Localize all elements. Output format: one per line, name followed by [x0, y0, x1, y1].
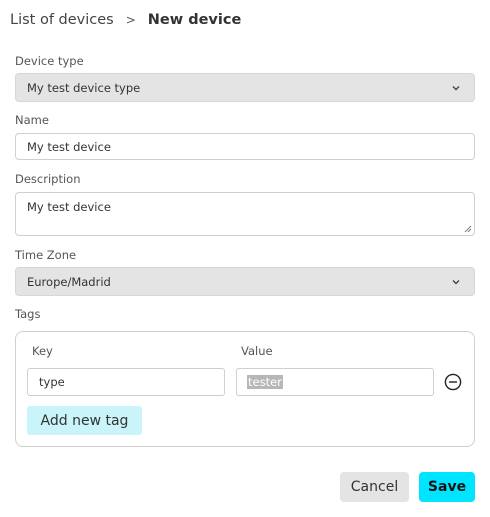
- save-button[interactable]: Save: [419, 472, 475, 502]
- minus-circle-icon[interactable]: [444, 373, 462, 391]
- device-type-select[interactable]: My test device type: [15, 73, 475, 102]
- new-device-page: List of devices > New device Device type…: [0, 0, 490, 517]
- tags-panel: Key Value type tester Add new tag: [15, 331, 475, 447]
- cancel-button[interactable]: Cancel: [340, 472, 409, 502]
- breadcrumb-link-list-of-devices[interactable]: List of devices: [10, 12, 114, 28]
- tag-value-input[interactable]: tester: [236, 368, 434, 396]
- breadcrumb: List of devices > New device: [10, 10, 241, 30]
- chevron-down-icon: [452, 279, 460, 284]
- time-zone-value: Europe/Madrid: [27, 274, 111, 289]
- tag-key-input[interactable]: type: [27, 368, 225, 396]
- chevron-down-icon: [452, 85, 460, 90]
- device-type-value: My test device type: [27, 80, 141, 95]
- tag-value-value: tester: [247, 375, 283, 389]
- resize-grip-icon[interactable]: [463, 224, 472, 233]
- tag-value-header: Value: [241, 344, 273, 358]
- device-type-label: Device type: [15, 54, 84, 68]
- page-title: New device: [147, 12, 242, 28]
- add-new-tag-button[interactable]: Add new tag: [27, 406, 142, 435]
- description-textarea[interactable]: My test device: [15, 192, 475, 236]
- name-input-value: My test device: [27, 139, 111, 154]
- name-label: Name: [15, 113, 49, 127]
- tags-label: Tags: [15, 307, 41, 321]
- tag-key-header: Key: [32, 344, 53, 358]
- description-label: Description: [15, 172, 81, 186]
- breadcrumb-separator: >: [125, 13, 136, 27]
- name-input[interactable]: My test device: [15, 133, 475, 160]
- tag-key-value: type: [39, 375, 65, 389]
- description-value: My test device: [27, 200, 111, 214]
- time-zone-label: Time Zone: [15, 248, 77, 262]
- time-zone-select[interactable]: Europe/Madrid: [15, 267, 475, 296]
